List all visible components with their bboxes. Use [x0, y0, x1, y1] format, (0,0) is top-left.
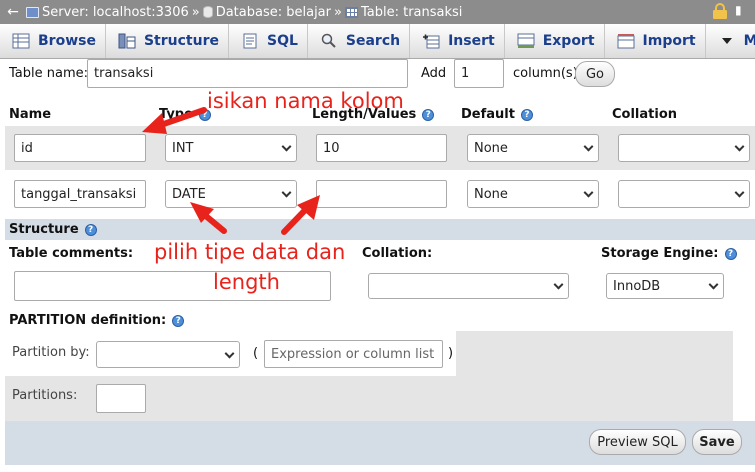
annotation-arrow-icon: [281, 195, 320, 235]
annotation-arrow-icon: [190, 202, 227, 234]
annotation-type-hint-line2: length: [213, 270, 280, 294]
annotation-arrow-icon: [142, 107, 207, 134]
annotation-type-hint-line1: pilih tipe data dan: [154, 240, 346, 264]
annotation-arrows: [142, 107, 320, 235]
